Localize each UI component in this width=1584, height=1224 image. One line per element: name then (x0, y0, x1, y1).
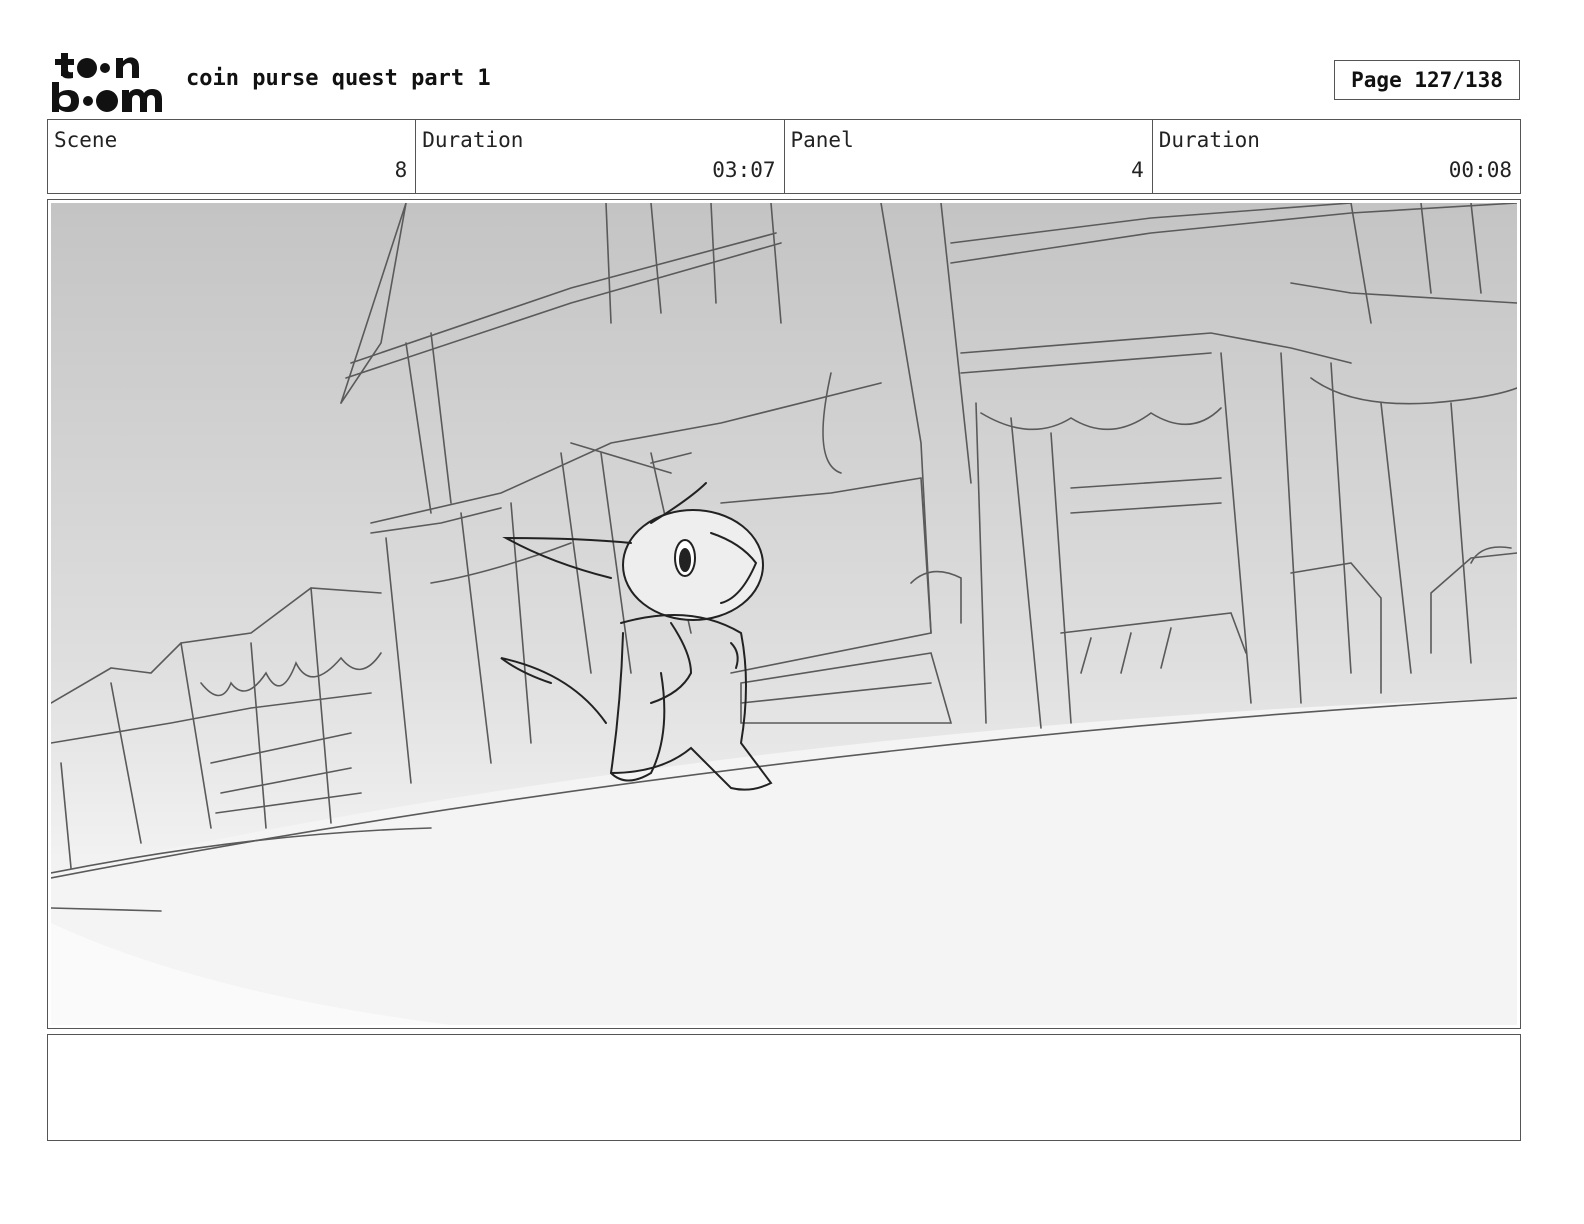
panel-info-bar: Scene 8 Duration 03:07 Panel 4 Duration … (47, 119, 1521, 194)
scene-duration-value: 03:07 (712, 158, 776, 182)
scene-cell: Scene 8 (48, 120, 415, 193)
panel-duration-label: Duration (1158, 128, 1260, 152)
page-indicator: Page 127/138 (1334, 60, 1520, 100)
storyboard-panel (47, 199, 1521, 1029)
project-title: coin purse quest part 1 (186, 66, 491, 91)
toon-boom-logo (52, 53, 162, 112)
scene-value: 8 (394, 158, 408, 182)
panel-duration-value: 00:08 (1448, 158, 1512, 182)
scene-duration-label: Duration (422, 128, 524, 152)
panel-label: Panel (790, 128, 854, 152)
scene-duration-cell: Duration 03:07 (415, 120, 783, 193)
panel-notes-box (47, 1034, 1521, 1141)
scene-label: Scene (54, 128, 118, 152)
panel-cell: Panel 4 (783, 120, 1152, 193)
panel-duration-cell: Duration 00:08 (1151, 120, 1520, 193)
panel-value: 4 (1131, 158, 1144, 182)
panel-sketch-image (51, 203, 1517, 1025)
